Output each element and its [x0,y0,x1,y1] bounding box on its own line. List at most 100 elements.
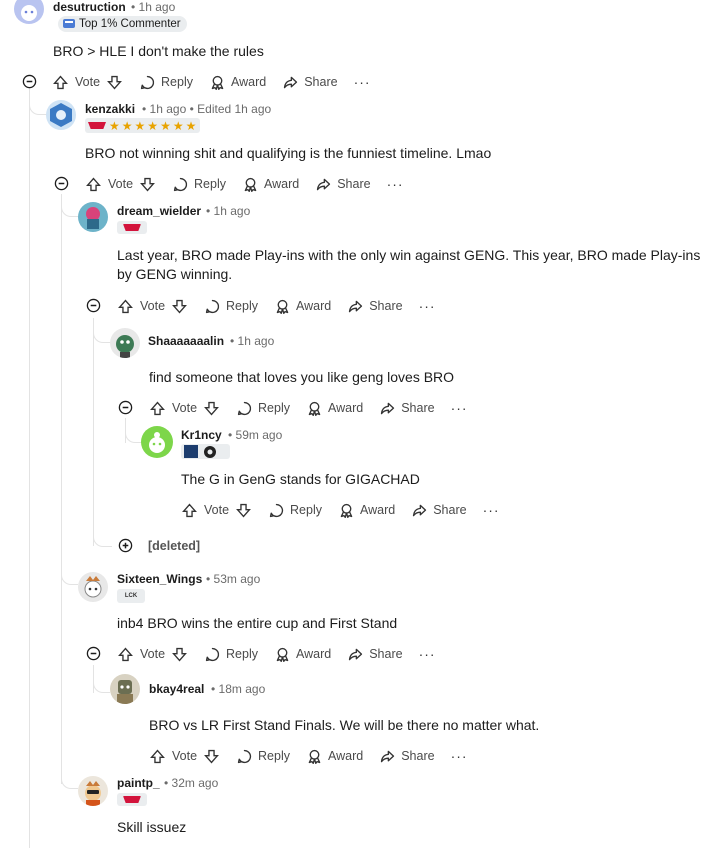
share-label: Share [433,503,467,517]
share-label: Share [369,647,403,661]
downvote-icon[interactable] [139,176,156,193]
share-icon [282,74,299,91]
avatar[interactable] [46,100,76,130]
timestamp[interactable]: 1h ago [238,334,275,348]
avatar[interactable] [78,202,108,232]
upvote-icon[interactable] [117,298,134,315]
upvote-icon[interactable] [181,502,198,519]
award-icon [306,748,323,765]
collapse-thread-button[interactable] [22,74,37,89]
award-label: Award [231,75,267,89]
comment-author[interactable]: dream_wielder [117,204,201,218]
comment-author[interactable]: Sixteen_Wings [117,572,202,586]
more-options-button[interactable]: ··· [483,502,500,518]
more-options-button[interactable]: ··· [451,400,468,416]
share-button[interactable]: Share [347,298,403,315]
comment-author[interactable]: desutruction [53,0,126,14]
reply-button[interactable]: Reply [204,646,258,663]
expand-thread-button[interactable] [118,538,133,553]
share-label: Share [401,749,435,763]
vote-label: Vote [140,647,166,661]
collapse-thread-button[interactable] [54,176,69,191]
reply-button[interactable]: Reply [204,298,258,315]
comment-actions: Vote Reply Award Share ··· [85,173,404,195]
timestamp[interactable]: 32m ago [172,776,219,790]
share-button[interactable]: Share [315,176,371,193]
collapse-thread-button[interactable] [118,400,133,415]
timestamp[interactable]: 1h ago [150,102,187,116]
award-button[interactable]: Award [209,74,266,91]
award-icon [274,646,291,663]
share-button[interactable]: Share [379,748,435,765]
share-button[interactable]: Share [347,646,403,663]
comment-author[interactable]: paintp_ [117,776,160,790]
comment-time: • 18m ago [211,682,265,696]
downvote-icon[interactable] [235,502,252,519]
upvote-icon[interactable] [149,748,166,765]
award-button[interactable]: Award [274,298,331,315]
reply-icon [172,176,189,193]
downvote-icon[interactable] [203,748,220,765]
reply-icon [236,748,253,765]
share-button[interactable]: Share [282,74,338,91]
comment-body: find someone that loves you like geng lo… [149,369,455,385]
avatar[interactable] [110,328,140,358]
comment-author[interactable]: bkay4real [149,682,204,696]
comment-author[interactable]: Kr1ncy [181,428,222,442]
reply-button[interactable]: Reply [139,74,193,91]
badge-label: Top 1% Commenter [79,18,181,30]
timestamp[interactable]: 1h ago [139,0,176,14]
upvote-icon[interactable] [149,400,166,417]
timestamp[interactable]: 1h ago [214,204,251,218]
vote-label: Vote [172,401,198,415]
separator: • [228,428,233,442]
vote-control: Vote [181,502,252,519]
more-options-button[interactable]: ··· [387,176,404,192]
award-button[interactable]: Award [242,176,299,193]
comment-body: BRO > HLE I don't make the rules [53,43,264,59]
award-button[interactable]: Award [274,646,331,663]
avatar[interactable] [78,776,108,806]
avatar[interactable] [141,426,173,458]
reply-button[interactable]: Reply [172,176,226,193]
share-button[interactable]: Share [411,502,467,519]
more-options-button[interactable]: ··· [419,298,436,314]
avatar[interactable] [78,572,108,602]
upvote-icon[interactable] [52,74,69,91]
star-icon: ★ [109,118,120,133]
downvote-icon[interactable] [171,298,188,315]
timestamp[interactable]: 18m ago [219,682,266,696]
comment-author[interactable]: Shaaaaaaalin [148,334,224,348]
reply-label: Reply [290,503,322,517]
downvote-icon[interactable] [203,400,220,417]
more-options-button[interactable]: ··· [419,646,436,662]
collapse-thread-button[interactable] [86,646,101,661]
upvote-icon[interactable] [85,176,102,193]
deleted-comment[interactable]: [deleted] [148,539,200,553]
comment-actions: Vote Reply Award Share ··· [117,295,436,317]
more-options-button[interactable]: ··· [451,748,468,764]
collapse-thread-button[interactable] [86,298,101,313]
reply-button[interactable]: Reply [236,748,290,765]
reply-icon [268,502,285,519]
award-icon [338,502,355,519]
separator: • [206,204,211,218]
reply-button[interactable]: Reply [268,502,322,519]
avatar[interactable] [14,0,44,24]
award-button[interactable]: Award [306,400,363,417]
award-button[interactable]: Award [338,502,395,519]
timestamp[interactable]: 53m ago [214,572,261,586]
reply-button[interactable]: Reply [236,400,290,417]
more-options-button[interactable]: ··· [354,74,371,90]
upvote-icon[interactable] [117,646,134,663]
timestamp[interactable]: 59m ago [236,428,283,442]
downvote-icon[interactable] [171,646,188,663]
avatar[interactable] [110,674,140,704]
reply-label: Reply [226,647,258,661]
comment-author[interactable]: kenzakki [85,102,135,116]
award-button[interactable]: Award [306,748,363,765]
share-label: Share [304,75,338,89]
star-icon: ★ [147,118,159,133]
downvote-icon[interactable] [106,74,123,91]
share-button[interactable]: Share [379,400,435,417]
